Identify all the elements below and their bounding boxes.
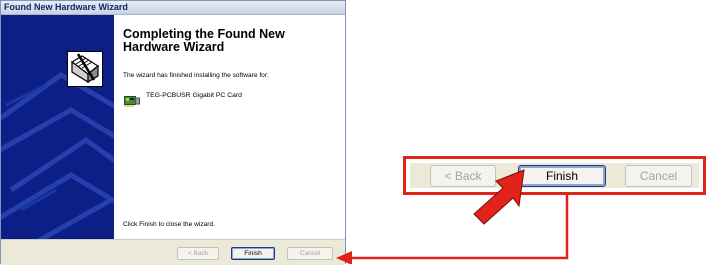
callout-connector-line	[350, 193, 569, 260]
pointer-arrow-icon	[473, 169, 525, 225]
annotation-overlay	[336, 169, 569, 264]
connector-arrowhead	[336, 251, 352, 264]
